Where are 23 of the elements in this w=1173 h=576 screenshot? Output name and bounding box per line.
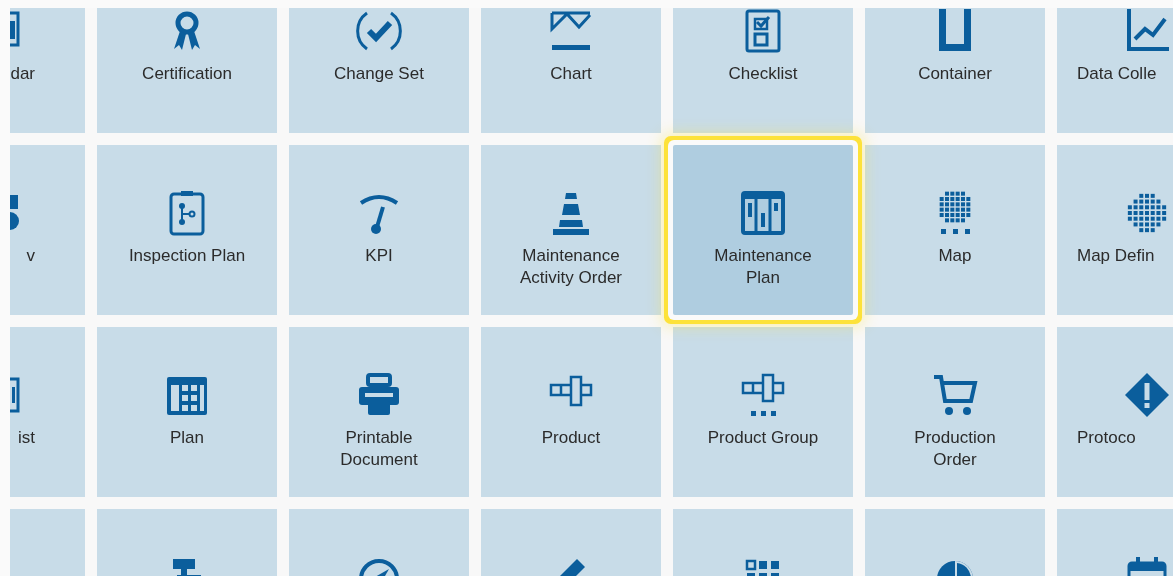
app-tile[interactable]: Data Colle	[1057, 8, 1173, 133]
app-tile[interactable]: Map Defin	[1057, 145, 1173, 315]
app-tile[interactable]: KPI	[289, 145, 469, 315]
app-tile[interactable]: Maintenance Activity Order	[481, 145, 661, 315]
warning-icon	[1123, 371, 1171, 419]
app-tile[interactable]: Printable Document	[289, 327, 469, 497]
app-tile[interactable]: Product Group	[673, 327, 853, 497]
app-tile[interactable]: ist	[10, 327, 85, 497]
app-tile[interactable]: Product	[481, 327, 661, 497]
board-icon	[739, 189, 787, 237]
app-tile[interactable]: Inspection Plan	[97, 145, 277, 315]
app-tile[interactable]: Map	[865, 145, 1045, 315]
app-tile[interactable]: Certification	[97, 8, 277, 133]
app-tile[interactable]: Protoco	[1057, 327, 1173, 497]
blocks-icon	[739, 371, 787, 419]
app-tile[interactable]: Checklist	[673, 8, 853, 133]
app-tile[interactable]: Production Order	[865, 327, 1045, 497]
app-tile[interactable]: Plan	[97, 327, 277, 497]
app-tile[interactable]: Container	[865, 8, 1045, 133]
app-tile[interactable]: v	[10, 145, 85, 315]
app-tile[interactable]: dar	[10, 8, 85, 133]
app-tile[interactable]: Change Set	[289, 8, 469, 133]
app-tile[interactable]: Chart	[481, 8, 661, 133]
